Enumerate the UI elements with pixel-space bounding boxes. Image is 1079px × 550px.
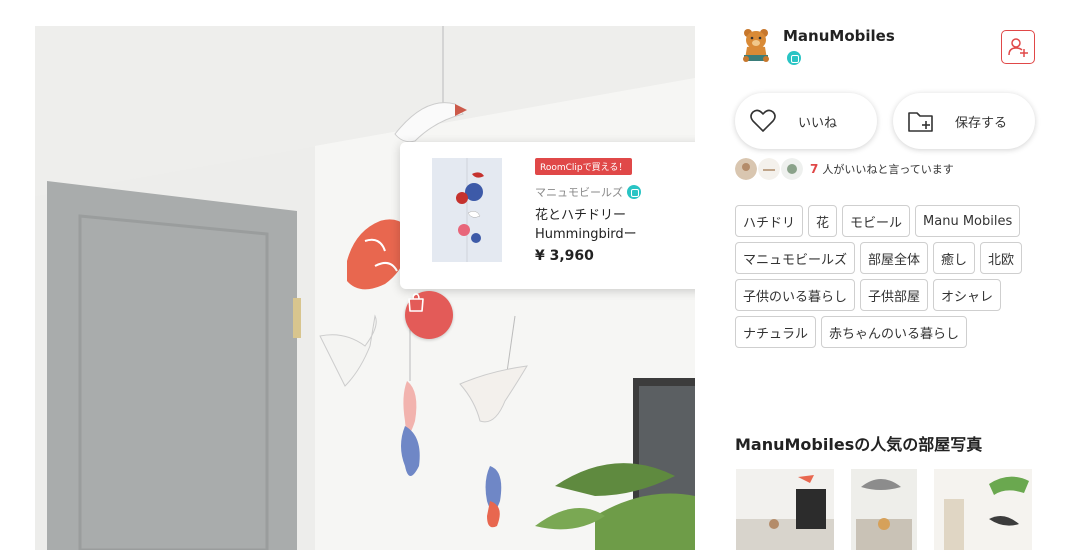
tag-item[interactable]: 癒し — [933, 242, 976, 274]
shopping-bag-icon — [408, 293, 424, 312]
save-label: 保存する — [955, 116, 1008, 131]
liker-avatar[interactable] — [735, 158, 757, 180]
popular-room-thumb[interactable] — [934, 469, 1032, 550]
follow-button[interactable] — [1001, 30, 1035, 64]
liker-avatar[interactable] — [781, 158, 803, 180]
product-price: ¥ 3,960 — [535, 248, 594, 264]
heart-icon — [749, 107, 777, 139]
tag-item[interactable]: 北欧 — [980, 242, 1023, 274]
product-shop[interactable]: マニュモビールズ — [535, 184, 641, 200]
tag-item[interactable]: ハチドリ — [735, 205, 804, 237]
tag-item[interactable]: ナチュラル — [735, 316, 817, 348]
product-popup-card[interactable]: RoomClipで買える！ マニュモビールズ 花とハチドリー Hummingbi… — [400, 142, 695, 289]
tag-item[interactable]: 赤ちゃんのいる暮らし — [821, 316, 968, 348]
product-shop-name: マニュモビールズ — [535, 186, 623, 199]
tag-item[interactable]: 子供のいる暮らし — [735, 279, 856, 311]
like-button[interactable]: いいね — [735, 93, 877, 149]
tag-list: ハチドリ 花 モビール Manu Mobiles マニュモビールズ 部屋全体 癒… — [735, 205, 1035, 348]
tag-item[interactable]: 花 — [808, 205, 838, 237]
like-count-suffix: 人がいいねと言っています — [822, 163, 954, 176]
tag-item[interactable]: オシャレ — [933, 279, 1002, 311]
product-image — [432, 158, 502, 262]
liker-avatar[interactable] — [758, 158, 780, 180]
tag-item[interactable]: モビール — [842, 205, 911, 237]
popular-room-thumb[interactable] — [736, 469, 834, 550]
roomclip-buy-badge: RoomClipで買える！ — [535, 158, 633, 175]
popular-rooms-title: ManuMobilesの人気の部屋写真 — [735, 435, 983, 454]
tag-item[interactable]: 部屋全体 — [860, 242, 929, 274]
room-thumb-image — [934, 469, 1032, 550]
room-photo[interactable]: RoomClipで買える！ マニュモビールズ 花とハチドリー Hummingbi… — [35, 26, 695, 550]
verified-shop-icon — [627, 185, 641, 199]
room-thumb-image — [851, 469, 917, 550]
user-name[interactable]: ManuMobiles — [783, 27, 895, 45]
popular-room-thumb[interactable] — [851, 469, 917, 550]
product-thumbnail[interactable] — [432, 158, 502, 262]
tag-item[interactable]: 子供部屋 — [860, 279, 929, 311]
likers-row[interactable]: 7 人がいいねと言っています — [735, 158, 954, 180]
product-name[interactable]: 花とハチドリー Hummingbirdー — [535, 206, 695, 244]
tag-item[interactable]: Manu Mobiles — [915, 205, 1021, 237]
verified-user-icon — [787, 51, 801, 65]
folder-add-icon — [907, 107, 935, 139]
like-count: 7 — [810, 162, 819, 176]
like-count-text: 7 人がいいねと言っています — [810, 161, 954, 177]
bear-avatar-icon — [743, 29, 769, 62]
shop-bag-button[interactable] — [405, 291, 453, 339]
add-user-icon — [1008, 38, 1028, 57]
user-avatar[interactable] — [739, 27, 773, 63]
tag-item[interactable]: マニュモビールズ — [735, 242, 856, 274]
room-thumb-image — [736, 469, 834, 550]
like-label: いいね — [798, 116, 838, 131]
save-button[interactable]: 保存する — [893, 93, 1035, 149]
